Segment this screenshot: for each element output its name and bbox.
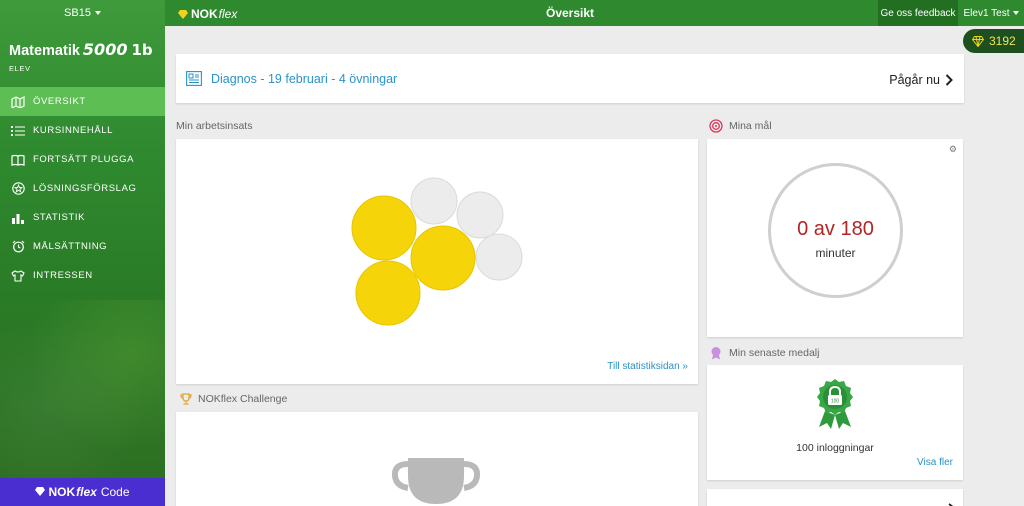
medal-section-label: Min senaste medalj bbox=[709, 346, 819, 360]
course-selector[interactable]: SB15 bbox=[0, 0, 165, 26]
feedback-button[interactable]: Ge oss feedback bbox=[878, 0, 958, 26]
points-value: 3192 bbox=[989, 34, 1016, 48]
sidebar-item-fortsatt-plugga[interactable]: FORTSÄTT PLUGGA bbox=[0, 145, 165, 174]
brand-suffix: Code bbox=[100, 485, 130, 499]
book-icon bbox=[11, 153, 25, 167]
sidebar-item-label: INTRESSEN bbox=[33, 270, 93, 281]
sidebar-item-label: KURSINNEHÅLL bbox=[33, 125, 114, 136]
next-card[interactable] bbox=[707, 489, 963, 506]
effort-bubble-filled bbox=[355, 260, 421, 326]
sidebar-item-kursinnehall[interactable]: KURSINNEHÅLL bbox=[0, 116, 165, 145]
nokflex-code-link[interactable]: NOK flex Code bbox=[0, 478, 165, 506]
sidebar-nav: ÖVERSIKT KURSINNEHÅLL FORTSÄTT PLUGGA LÖ… bbox=[0, 87, 165, 290]
sidebar-item-intressen[interactable]: INTRESSEN bbox=[0, 261, 165, 290]
sidebar-item-label: LÖSNINGSFÖRSLAG bbox=[33, 183, 137, 194]
goal-value: 0 av 180 bbox=[797, 218, 874, 240]
sidebar-item-label: ÖVERSIKT bbox=[33, 96, 86, 107]
goals-label: Mina mål bbox=[729, 120, 772, 132]
effort-bubble-filled bbox=[410, 225, 476, 291]
medal-icon bbox=[709, 346, 723, 360]
diamond-icon bbox=[35, 485, 46, 499]
sidebar-item-label: MÅLSÄTTNING bbox=[33, 241, 108, 252]
user-menu[interactable]: Elev1 Test bbox=[959, 0, 1024, 26]
course-number: 5000 bbox=[82, 40, 128, 59]
top-bar: NOK flex Översikt Ge oss feedback Elev1 T… bbox=[165, 0, 1024, 26]
alarm-clock-icon bbox=[11, 240, 25, 254]
sidebar-item-oversikt[interactable]: ÖVERSIKT bbox=[0, 87, 165, 116]
diagnosis-status: Pågår nu bbox=[889, 73, 940, 87]
diagnosis-card[interactable]: Diagnos - 19 februari - 4 övningar Pågår… bbox=[176, 54, 964, 103]
medal-text: 100 inloggningar bbox=[796, 442, 874, 454]
brand-italic: flex bbox=[76, 485, 97, 499]
course-title: Matematik 5000 1b bbox=[9, 40, 153, 59]
sidebar-background-decoration bbox=[0, 300, 165, 480]
caret-down-icon bbox=[1013, 11, 1020, 15]
medal-label: Min senaste medalj bbox=[729, 347, 820, 359]
lock-badge-icon: 100 bbox=[813, 377, 857, 434]
statistics-link[interactable]: Till statistiksidan » bbox=[607, 361, 688, 372]
sidebar: SB15 Matematik 5000 1b ELEV ÖVERSIKT KURSI… bbox=[0, 0, 165, 506]
list-icon bbox=[11, 124, 25, 138]
chevron-right-icon bbox=[948, 498, 955, 506]
challenge-section-label: NOKflex Challenge bbox=[180, 393, 287, 405]
sidebar-item-label: STATISTIK bbox=[33, 212, 86, 223]
sidebar-item-statistik[interactable]: STATISTIK bbox=[0, 203, 165, 232]
caret-down-icon bbox=[94, 11, 101, 15]
challenge-label: NOKflex Challenge bbox=[198, 393, 288, 405]
sidebar-item-losningsforslag[interactable]: LÖSNINGSFÖRSLAG bbox=[0, 174, 165, 203]
effort-card: Till statistiksidan » bbox=[176, 139, 698, 384]
challenge-card bbox=[176, 412, 698, 506]
effort-bubble-empty bbox=[475, 233, 523, 281]
shirt-icon bbox=[11, 269, 25, 283]
course-name: Matematik bbox=[9, 43, 80, 59]
medal-badge-text: 100 bbox=[831, 399, 840, 405]
gear-icon[interactable]: ⚙ bbox=[949, 144, 957, 155]
points-badge[interactable]: 3192 bbox=[963, 29, 1024, 53]
goal-progress-ring: 0 av 180 minuter bbox=[768, 163, 903, 298]
brand-bold: NOK bbox=[48, 485, 76, 499]
show-more-link[interactable]: Visa fler bbox=[917, 457, 953, 468]
goal-unit: minuter bbox=[815, 246, 856, 260]
effort-bubble-filled bbox=[351, 195, 417, 261]
bar-chart-icon bbox=[11, 211, 25, 225]
goal-card: ⚙ 0 av 180 minuter bbox=[707, 139, 963, 337]
sidebar-item-malsattning[interactable]: MÅLSÄTTNING bbox=[0, 232, 165, 261]
course-selector-label: SB15 bbox=[64, 7, 91, 19]
goals-section-label: Mina mål bbox=[709, 119, 772, 133]
document-icon bbox=[186, 71, 202, 91]
sidebar-item-label: FORTSÄTT PLUGGA bbox=[33, 154, 135, 165]
right-gutter bbox=[976, 54, 1024, 506]
user-name: Elev1 Test bbox=[963, 7, 1010, 19]
effort-bubble-empty bbox=[410, 177, 458, 225]
diagnosis-title: Diagnos - 19 februari - 4 övningar bbox=[211, 72, 398, 86]
effort-label: Min arbetsinsats bbox=[176, 120, 253, 132]
chevron-right-icon bbox=[945, 73, 953, 91]
effort-bubble-empty bbox=[456, 191, 504, 239]
course-level: 1b bbox=[131, 41, 153, 59]
user-role: ELEV bbox=[9, 64, 31, 73]
effort-section-label: Min arbetsinsats bbox=[176, 120, 252, 132]
page-title: Översikt bbox=[545, 6, 595, 20]
medal-card: 100 100 inloggningar Visa fler bbox=[707, 365, 963, 480]
map-icon bbox=[11, 95, 25, 109]
effort-bubbles bbox=[351, 177, 523, 326]
target-icon bbox=[709, 119, 723, 133]
trophy-icon bbox=[391, 454, 482, 506]
trophy-icon bbox=[180, 393, 192, 405]
star-circle-icon bbox=[11, 182, 25, 196]
diamond-icon bbox=[972, 35, 984, 47]
